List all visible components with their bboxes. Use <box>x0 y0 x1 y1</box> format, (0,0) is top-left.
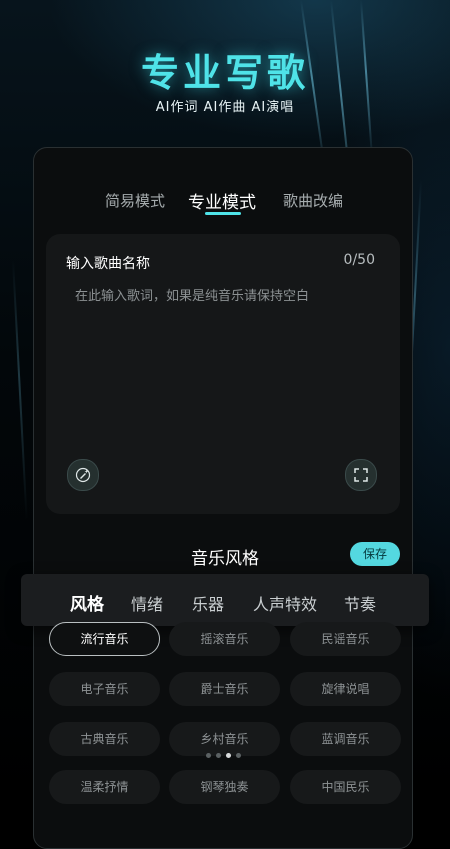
page-dot-active <box>226 753 231 758</box>
tab-pro-mode[interactable]: 专业模式 <box>188 188 256 213</box>
style-chip-blues[interactable]: 蓝调音乐 <box>290 722 401 756</box>
mode-tabs: 简易模式 专业模式 歌曲改编 <box>0 190 450 220</box>
tab-song-adapt[interactable]: 歌曲改编 <box>283 190 343 211</box>
lyrics-input[interactable]: 在此输入歌词，如果是纯音乐请保持空白 <box>75 285 309 304</box>
style-chip-melodic-rap[interactable]: 旋律说唱 <box>290 672 401 706</box>
song-name-input[interactable]: 输入歌曲名称 <box>66 253 150 273</box>
style-chip-pop[interactable]: 流行音乐 <box>49 622 160 656</box>
category-style[interactable]: 风格 <box>70 590 104 615</box>
style-chip-jazz[interactable]: 爵士音乐 <box>169 672 280 706</box>
style-chip-electronic[interactable]: 电子音乐 <box>49 672 160 706</box>
style-chip-folk[interactable]: 民谣音乐 <box>290 622 401 656</box>
page-dot <box>236 753 241 758</box>
save-button[interactable]: 保存 <box>350 542 400 566</box>
active-tab-indicator <box>205 212 241 215</box>
category-instrument[interactable]: 乐器 <box>192 591 224 615</box>
style-chip-chinese-folk[interactable]: 中国民乐 <box>290 770 401 804</box>
style-chip-country[interactable]: 乡村音乐 <box>169 722 280 756</box>
fullscreen-button[interactable] <box>345 459 377 491</box>
category-rhythm[interactable]: 节奏 <box>344 591 376 615</box>
magic-pen-icon <box>75 467 91 483</box>
magic-pen-button[interactable] <box>67 459 99 491</box>
style-chip-classical[interactable]: 古典音乐 <box>49 722 160 756</box>
page-title: 专业写歌 <box>140 51 309 95</box>
page-indicator <box>206 753 246 759</box>
char-counter: 0/50 <box>343 252 375 268</box>
style-chip-rock[interactable]: 摇滚音乐 <box>169 622 280 656</box>
page-dot <box>216 753 221 758</box>
style-chip-piano-solo[interactable]: 钢琴独奏 <box>169 770 280 804</box>
fullscreen-icon <box>353 467 369 483</box>
tab-simple-mode[interactable]: 简易模式 <box>105 190 165 211</box>
style-chip-gentle-lyrical[interactable]: 温柔抒情 <box>49 770 160 804</box>
page-dot <box>206 753 211 758</box>
category-vocal-effects[interactable]: 人声特效 <box>253 591 317 615</box>
page-subtitle: AI作词 AI作曲 AI演唱 <box>155 100 295 115</box>
category-mood[interactable]: 情绪 <box>131 591 163 615</box>
